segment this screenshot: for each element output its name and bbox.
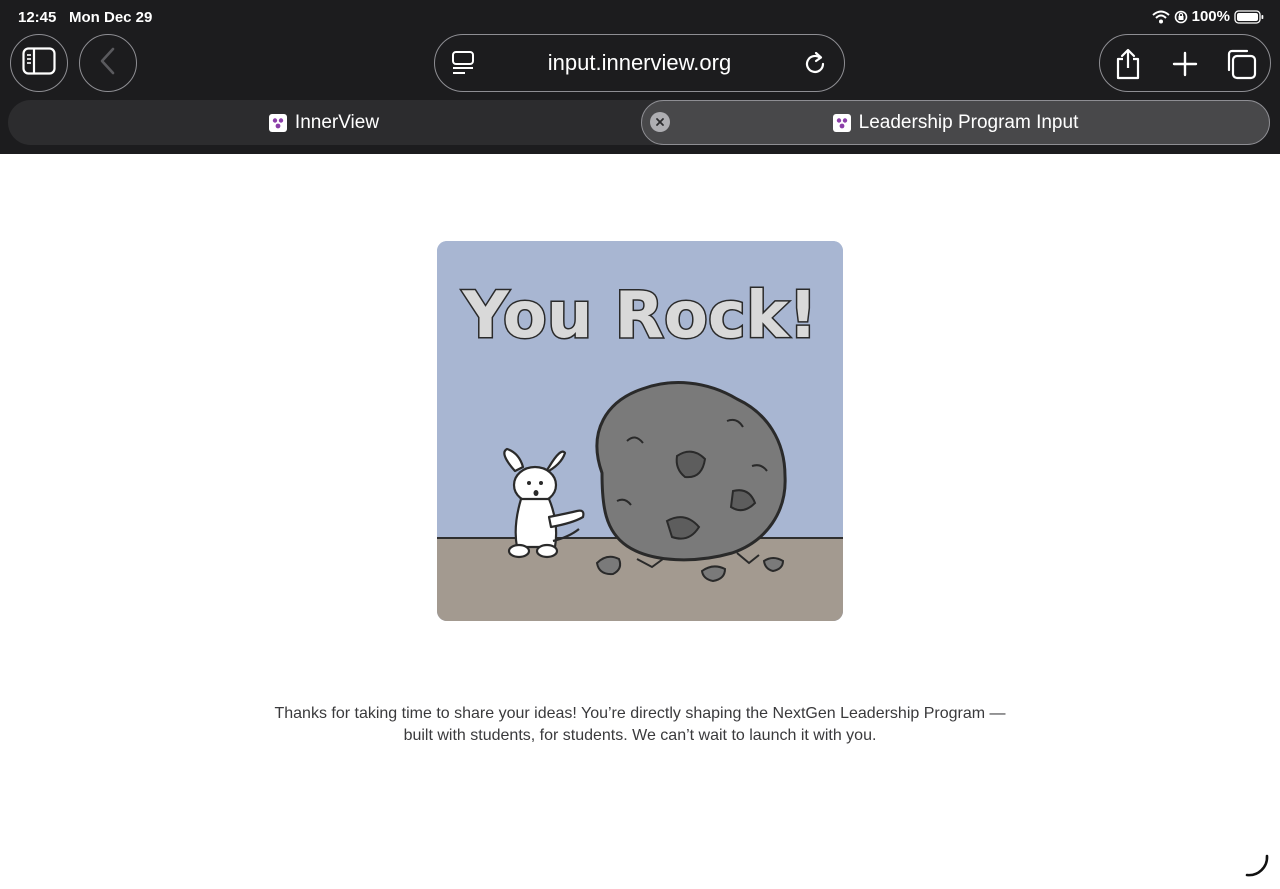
tab-label: InnerView <box>294 111 380 133</box>
tab-innerview[interactable]: InnerView <box>8 100 640 145</box>
innerview-favicon-icon <box>832 113 851 132</box>
status-time: 12:45 <box>18 9 57 26</box>
plus-icon[interactable] <box>1169 48 1201 80</box>
share-icon[interactable] <box>1112 48 1144 80</box>
loading-spinner-icon <box>1244 852 1270 883</box>
tab-overview-icon[interactable] <box>1225 48 1257 80</box>
status-indicators: 100% <box>1151 8 1264 25</box>
reload-icon[interactable] <box>804 50 828 84</box>
tab-bar: InnerView Leadership Program Input <box>8 100 1270 145</box>
toolbar-actions <box>1099 34 1271 92</box>
page-content: You Rock! Thanks for taking time to shar… <box>0 154 1280 889</box>
back-button[interactable] <box>79 34 137 92</box>
status-bar: 12:45 Mon Dec 29 100% <box>0 0 1280 34</box>
tab-label: Leadership Program Input <box>858 111 1079 133</box>
innerview-favicon-icon <box>268 113 287 132</box>
thank-you-message: Thanks for taking time to share your ide… <box>200 703 1080 747</box>
address-bar[interactable]: input.innerview.org <box>434 34 845 92</box>
illustration-title: You Rock! <box>461 279 817 353</box>
tab-leadership-program-input[interactable]: Leadership Program Input <box>641 100 1270 145</box>
thank-you-line-2: built with students, for students. We ca… <box>403 727 877 744</box>
sidebar-icon <box>22 46 56 80</box>
battery-percent: 100% <box>1191 8 1230 25</box>
pebble <box>595 555 622 576</box>
battery-icon <box>1234 9 1264 24</box>
orientation-lock-icon <box>1174 10 1188 24</box>
url-text[interactable]: input.innerview.org <box>548 50 731 76</box>
you-rock-illustration: You Rock! <box>437 241 843 621</box>
page-menu-icon[interactable] <box>451 50 475 84</box>
browser-chrome: 12:45 Mon Dec 29 100% input.innerview.or… <box>0 0 1280 154</box>
chevron-left-icon <box>98 47 118 80</box>
close-tab-icon[interactable] <box>650 112 670 132</box>
status-date: Mon Dec 29 <box>69 9 153 26</box>
sidebar-toggle-button[interactable] <box>10 34 68 92</box>
thank-you-line-1: Thanks for taking time to share your ide… <box>274 705 1006 722</box>
wifi-icon <box>1151 10 1170 24</box>
